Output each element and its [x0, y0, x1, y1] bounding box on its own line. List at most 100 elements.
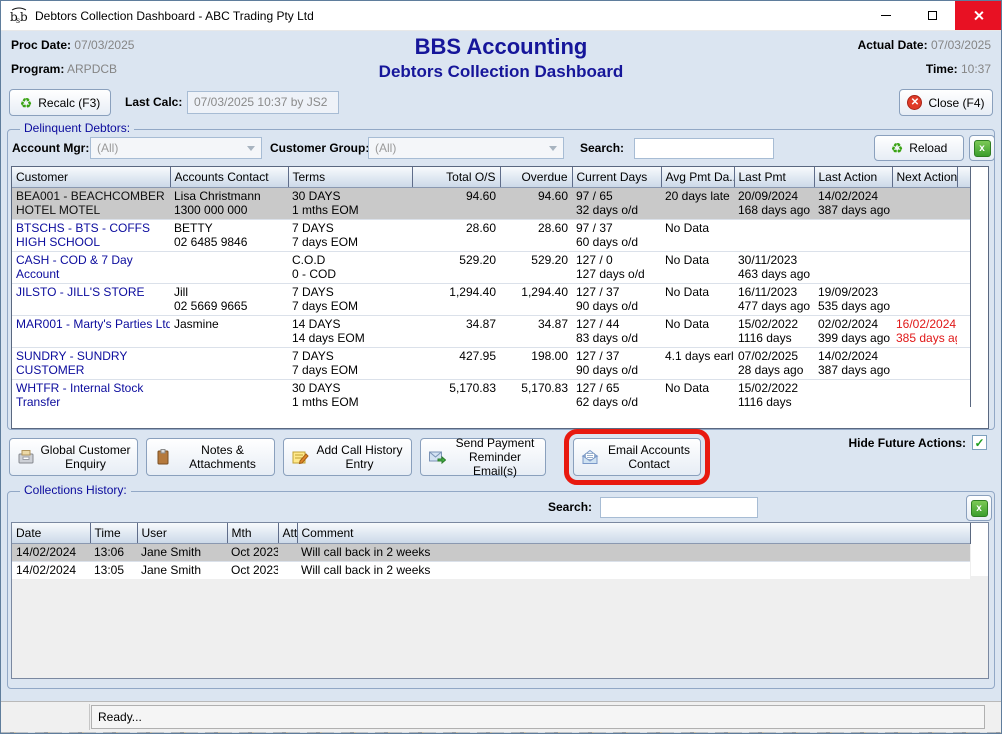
send-email-icon — [425, 448, 449, 466]
close-window-button[interactable] — [955, 1, 1001, 30]
column-header-current-days[interactable]: Current Days — [572, 167, 661, 188]
cell: 15/02/20221116 days — [734, 316, 814, 348]
debtor-row[interactable]: BTSCHS - BTS - COFFSHIGH SCHOOLBETTY02 6… — [12, 220, 970, 252]
column-header-last-action[interactable]: Last Action — [814, 167, 892, 188]
cell: 4.1 days early — [661, 348, 734, 380]
debtor-row[interactable]: BEA001 - BEACHCOMBERHOTEL MOTELLisa Chri… — [12, 188, 970, 220]
reload-button[interactable]: ♻ Reload — [874, 135, 964, 161]
hide-future-actions-checkbox[interactable]: ✓ — [972, 435, 987, 450]
cell — [957, 348, 970, 380]
maximize-button[interactable] — [909, 1, 955, 30]
send-payment-reminder-email-s--button[interactable]: Send PaymentReminder Email(s) — [420, 438, 546, 476]
column-header-accounts-contact[interactable]: Accounts Contact — [170, 167, 288, 188]
cell: 5,170.83 — [412, 380, 500, 412]
close-circle-icon: ✕ — [907, 95, 922, 110]
customer-group-value: (All) — [375, 141, 396, 155]
collections-search-label: Search: — [548, 496, 592, 518]
debtor-row[interactable]: WHTFR - Internal StockTransfer30 DAYS1 m… — [12, 380, 970, 412]
debtors-search-input[interactable] — [634, 138, 774, 159]
collections-export-excel-button[interactable]: x — [966, 495, 992, 521]
cell: 1,294.40 — [412, 284, 500, 316]
cell: 127 / 0127 days o/d — [572, 252, 661, 284]
cell: 13:06 — [90, 544, 137, 562]
cell: 30 DAYS1 mths EOM — [288, 188, 412, 220]
recycle-icon: ♻ — [20, 96, 33, 110]
status-message: Ready... — [91, 705, 985, 729]
collections-scrollbar-track[interactable] — [971, 523, 989, 576]
column-header-last-pmt[interactable]: Last Pmt — [734, 167, 814, 188]
account-mgr-label: Account Mgr: — [12, 137, 89, 159]
cell: 127 / 6562 days o/d — [572, 380, 661, 412]
cell — [892, 348, 957, 380]
debtor-row[interactable]: CASH - COD & 7 DayAccountC.O.D0 - COD529… — [12, 252, 970, 284]
notes-attachments-button[interactable]: Notes &Attachments — [146, 438, 275, 476]
column-header-avg-pmt-da-[interactable]: Avg Pmt Da... — [661, 167, 734, 188]
debtor-row[interactable]: SUNDRY - SUNDRYCUSTOMER7 DAYS7 days EOM4… — [12, 348, 970, 380]
cell: Jill02 5669 9665 — [170, 284, 288, 316]
cell: 14/02/2024387 days ago — [814, 348, 892, 380]
minimize-icon — [881, 15, 891, 16]
button-label: Email AccountsContact — [602, 443, 696, 471]
cell: 127 / 3790 days o/d — [572, 284, 661, 316]
cell: 34.87 — [500, 316, 572, 348]
column-header-date[interactable]: Date — [12, 523, 90, 544]
actual-date-value: 07/03/2025 — [931, 38, 991, 52]
add-call-history-entry-button[interactable]: Add Call HistoryEntry — [283, 438, 412, 476]
cell — [814, 380, 892, 412]
delinquent-legend: Delinquent Debtors: — [20, 121, 134, 135]
statusbar: Ready... — [1, 701, 1001, 732]
cell: 14 DAYS14 days EOM — [288, 316, 412, 348]
column-header-comment[interactable]: Comment — [297, 523, 970, 544]
column-header-att[interactable]: Att — [278, 523, 297, 544]
cell: No Data — [661, 220, 734, 252]
recalc-button[interactable]: ♻ Recalc (F3) — [9, 89, 111, 116]
page-subtitle: Debtors Collection Dashboard — [1, 62, 1001, 82]
column-header-blank — [957, 167, 970, 188]
cell — [957, 316, 970, 348]
column-header-mth[interactable]: Mth — [227, 523, 278, 544]
column-header-customer[interactable]: Customer — [12, 167, 170, 188]
collections-legend: Collections History: — [20, 483, 131, 497]
cell: C.O.D0 - COD — [288, 252, 412, 284]
cell: 1,294.40 — [500, 284, 572, 316]
excel-icon: x — [974, 140, 991, 157]
debtor-row[interactable]: MAR001 - Marty's Parties LtdJasmine14 DA… — [12, 316, 970, 348]
chevron-down-icon — [549, 146, 557, 151]
history-row[interactable]: 14/02/202413:06Jane SmithOct 2023Will ca… — [12, 544, 970, 562]
cell: 427.95 — [412, 348, 500, 380]
column-header-overdue[interactable]: Overdue — [500, 167, 572, 188]
column-header-time[interactable]: Time — [90, 523, 137, 544]
close-f4-button[interactable]: ✕ Close (F4) — [899, 89, 993, 116]
debtors-scrollbar-track[interactable] — [971, 167, 989, 429]
cell: Oct 2023 — [227, 562, 278, 580]
column-header-next-action[interactable]: Next Action — [892, 167, 957, 188]
time-label: Time: — [926, 62, 958, 76]
cell: JILSTO - JILL'S STORE — [12, 284, 170, 316]
last-calc-label: Last Calc: — [125, 95, 182, 109]
customer-group-dropdown[interactable]: (All) — [368, 137, 564, 159]
collections-search-input[interactable] — [600, 497, 758, 518]
column-header-user[interactable]: User — [137, 523, 227, 544]
email-accounts-contact-button[interactable]: Email AccountsContact — [573, 438, 701, 476]
debtor-row[interactable]: JILSTO - JILL'S STOREJill02 5669 96657 D… — [12, 284, 970, 316]
cell: 30/11/2023463 days ago — [734, 252, 814, 284]
cell: 127 / 3790 days o/d — [572, 348, 661, 380]
cell: 5,170.83 — [500, 380, 572, 412]
global-customer-enquiry-button[interactable]: Global CustomerEnquiry — [9, 438, 138, 476]
cell: 16/02/2024385 days ago — [892, 316, 957, 348]
time-value: 10:37 — [961, 62, 991, 76]
cell: Will call back in 2 weeks — [297, 562, 970, 580]
debtors-export-excel-button[interactable]: x — [969, 135, 995, 161]
minimize-button[interactable] — [863, 1, 909, 30]
add-call-history-icon — [288, 448, 312, 466]
collections-table: DateTimeUserMthAttComment 14/02/202413:0… — [12, 523, 970, 579]
column-header-terms[interactable]: Terms — [288, 167, 412, 188]
cell: 34.87 — [412, 316, 500, 348]
cell: WHTFR - Internal StockTransfer — [12, 380, 170, 412]
history-row[interactable]: 14/02/202413:05Jane SmithOct 2023Will ca… — [12, 562, 970, 580]
collections-table-container: DateTimeUserMthAttComment 14/02/202413:0… — [11, 522, 989, 679]
cell: No Data — [661, 380, 734, 412]
account-mgr-dropdown[interactable]: (All) — [90, 137, 262, 159]
column-header-total-o-s[interactable]: Total O/S — [412, 167, 500, 188]
cell: 19/09/2023535 days ago — [814, 284, 892, 316]
